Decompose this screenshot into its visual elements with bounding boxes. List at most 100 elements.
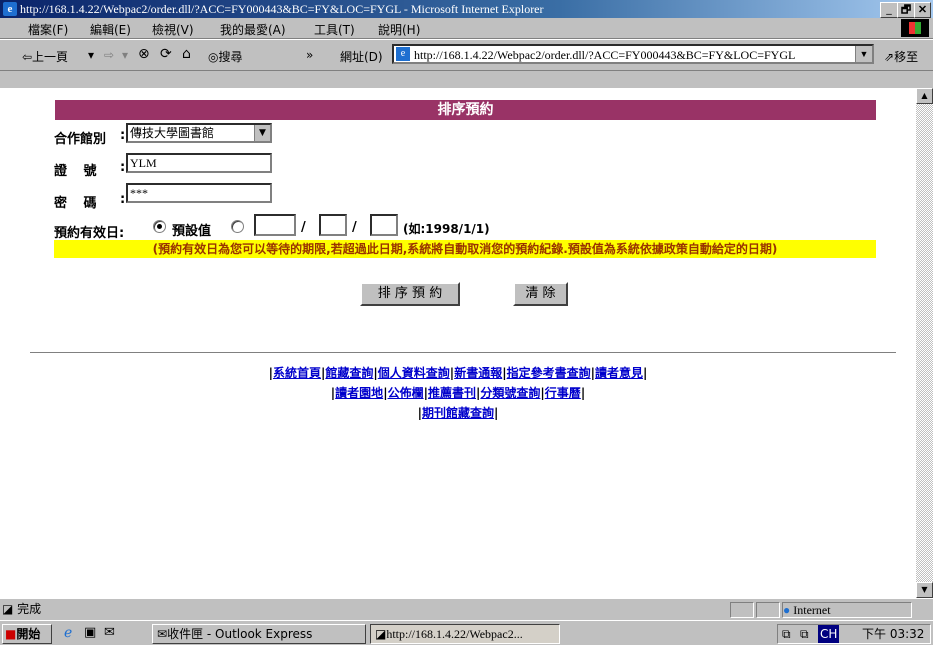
status-text-cell: ◪ 完成 xyxy=(2,602,728,618)
menu-tools[interactable]: 工具(T) xyxy=(314,21,355,38)
status-bar: ◪ 完成 ● Internet xyxy=(0,598,933,621)
search-button[interactable]: ◎搜尋 xyxy=(208,48,243,65)
menu-edit[interactable]: 編輯(E) xyxy=(90,21,131,38)
address-dropdown-icon[interactable]: ▼ xyxy=(855,46,872,62)
windows-logo-icon xyxy=(901,19,929,37)
link-calendar[interactable]: 行事曆 xyxy=(545,386,581,400)
minimize-button[interactable]: _ xyxy=(880,2,898,18)
go-button[interactable]: ⇗移至 xyxy=(884,48,918,65)
forward-button[interactable]: ⇨ xyxy=(104,48,114,62)
footer-links-row-3: |期刊館藏查詢| xyxy=(417,406,499,420)
outlook-icon: ✉ xyxy=(157,627,168,641)
status-text: 完成 xyxy=(17,602,42,616)
id-input[interactable]: YLM xyxy=(126,153,272,173)
password-input[interactable]: *** xyxy=(126,183,272,203)
link-new-books[interactable]: 新書通報 xyxy=(454,366,502,380)
address-input[interactable]: http://168.1.4.22/Webpac2/order.dll/?ACC… xyxy=(414,47,795,63)
date-slash: / xyxy=(301,220,306,235)
divider xyxy=(30,352,896,354)
link-reader-corner[interactable]: 讀者園地 xyxy=(335,386,383,400)
globe-icon: ● xyxy=(783,603,791,617)
taskbar: ■開始 ℯ ▣ ✉ ✉收件匣 - Outlook Express ◪http:/… xyxy=(0,620,933,645)
zone-cell: ● Internet xyxy=(782,602,912,618)
library-select[interactable]: 傳技大學圖書館 ▼ xyxy=(126,123,272,143)
ie-icon: e xyxy=(3,2,17,16)
ie-page-icon: ◪ xyxy=(375,627,387,641)
month-input[interactable] xyxy=(319,214,347,236)
windows-flag-icon: ■ xyxy=(5,627,17,641)
forward-dropdown-icon[interactable]: ▾ xyxy=(122,48,128,62)
day-input[interactable] xyxy=(370,214,398,236)
ime-indicator[interactable]: CH xyxy=(818,625,840,643)
taskbar-outlook[interactable]: ✉收件匣 - Outlook Express xyxy=(152,624,366,644)
link-feedback[interactable]: 讀者意見 xyxy=(595,366,643,380)
id-colon: : xyxy=(120,160,126,175)
menu-bar: 檔案(F) 編輯(E) 檢視(V) 我的最愛(A) 工具(T) 說明(H) xyxy=(0,18,933,39)
link-recommend[interactable]: 推薦書刊 xyxy=(428,386,476,400)
more-chevron-icon[interactable]: » xyxy=(306,48,313,62)
clear-button[interactable]: 清 除 xyxy=(513,282,568,306)
taskbar-ie-label: http://168.1.4.22/Webpac2... xyxy=(386,627,523,641)
outlook-quicklaunch-icon[interactable]: ✉ xyxy=(104,625,115,640)
date-slash: / xyxy=(352,220,357,235)
stop-icon[interactable]: ⊗ xyxy=(138,46,150,62)
taskbar-outlook-label: 收件匣 - Outlook Express xyxy=(167,627,313,641)
system-tray: ⧉ ⧉ CH 下午 03:32 xyxy=(777,624,931,644)
link-collection-search[interactable]: 館藏查詢 xyxy=(325,366,373,380)
network-icon[interactable]: ⧉ xyxy=(782,625,791,643)
toolbar: ⇦上一頁 ▾ ⇨ ▾ ⊗ ⟳ ⌂ ◎搜尋 » 網址(D) e http://16… xyxy=(0,39,933,71)
start-button[interactable]: ■開始 xyxy=(2,624,52,644)
link-home[interactable]: 系統首頁 xyxy=(273,366,321,380)
taskbar-ie[interactable]: ◪http://168.1.4.22/Webpac2... xyxy=(370,624,560,644)
vertical-scrollbar[interactable]: ▲ ▼ xyxy=(916,88,933,598)
status-cell xyxy=(730,602,754,618)
go-label: 移至 xyxy=(894,50,919,64)
password-colon: : xyxy=(120,192,126,207)
default-radio[interactable] xyxy=(153,220,166,233)
submit-reservation-button[interactable]: 排 序 預 約 xyxy=(360,282,460,306)
refresh-icon[interactable]: ⟳ xyxy=(160,46,172,62)
default-label: 預設值 xyxy=(172,224,212,239)
expiry-label: 預約有效日: xyxy=(54,226,125,241)
zone-text: Internet xyxy=(793,603,831,617)
close-button[interactable]: ✕ xyxy=(914,2,931,18)
clock: 下午 03:32 xyxy=(862,627,925,641)
ie-quicklaunch-icon[interactable]: ℯ xyxy=(64,625,72,641)
address-label: 網址(D) xyxy=(340,50,383,64)
menu-view[interactable]: 檢視(V) xyxy=(152,21,194,38)
chevron-down-icon[interactable]: ▼ xyxy=(254,125,270,141)
status-cell xyxy=(756,602,780,618)
link-reserve-books[interactable]: 指定參考書查詢 xyxy=(507,366,591,380)
menu-help[interactable]: 說明(H) xyxy=(378,21,420,38)
maximize-button[interactable]: 🗗 xyxy=(897,2,915,18)
expiry-note: (預約有效日為您可以等待的期限,若超過此日期,系統將自動取消您的預約紀錄.預設值… xyxy=(54,240,876,258)
id-label: 證 號 xyxy=(54,164,103,179)
address-bar[interactable]: e http://168.1.4.22/Webpac2/order.dll/?A… xyxy=(392,44,874,64)
page-icon: e xyxy=(396,47,410,61)
menu-file[interactable]: 檔案(F) xyxy=(28,21,68,38)
date-example: (如:1998/1/1) xyxy=(403,222,490,236)
link-bulletin[interactable]: 公佈欄 xyxy=(388,386,424,400)
home-icon[interactable]: ⌂ xyxy=(182,46,191,62)
search-label: 搜尋 xyxy=(218,50,243,64)
custom-date-radio[interactable] xyxy=(231,220,244,233)
search-icon: ◎ xyxy=(208,50,219,64)
back-button[interactable]: ⇦上一頁 xyxy=(22,48,68,65)
footer-links-row-2: |讀者園地|公佈欄|推薦書刊|分類號查詢|行事曆| xyxy=(330,386,586,400)
link-periodicals-search[interactable]: 期刊館藏查詢 xyxy=(422,406,494,420)
link-personal-info[interactable]: 個人資料查詢 xyxy=(378,366,450,380)
scroll-down-icon[interactable]: ▼ xyxy=(916,582,933,598)
library-select-value: 傳技大學圖書館 xyxy=(130,126,215,140)
page-done-icon: ◪ xyxy=(2,602,14,616)
library-colon: : xyxy=(120,128,126,143)
year-input[interactable] xyxy=(254,214,296,236)
window-title: http://168.1.4.22/Webpac2/order.dll/?ACC… xyxy=(20,2,544,16)
footer-links-row-1: |系統首頁|館藏查詢|個人資料查詢|新書通報|指定參考書查詢|讀者意見| xyxy=(268,366,648,380)
network-status-icon[interactable]: ⧉ xyxy=(800,625,809,643)
go-icon: ⇗ xyxy=(884,50,895,64)
scroll-up-icon[interactable]: ▲ xyxy=(916,88,933,104)
menu-favorites[interactable]: 我的最愛(A) xyxy=(220,21,286,38)
desktop-quicklaunch-icon[interactable]: ▣ xyxy=(84,625,96,640)
link-classification-search[interactable]: 分類號查詢 xyxy=(480,386,540,400)
back-dropdown-icon[interactable]: ▾ xyxy=(88,48,94,62)
